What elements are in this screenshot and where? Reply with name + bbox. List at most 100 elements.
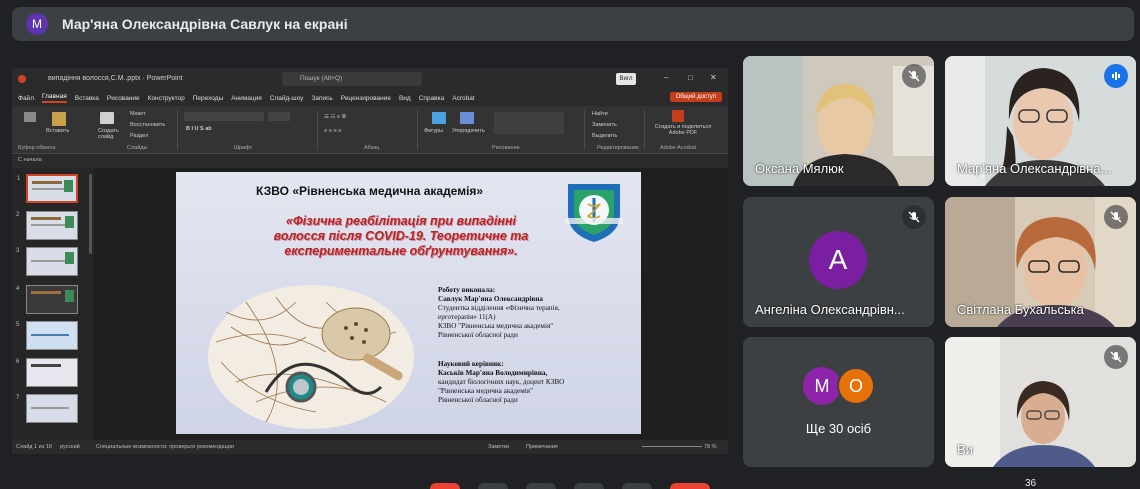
more-participants-tile[interactable]: M O Ще 30 осіб xyxy=(743,337,934,467)
thumb-line xyxy=(31,407,69,409)
slide-thumbnail[interactable]: 2 xyxy=(16,211,78,240)
leave-call-button[interactable] xyxy=(670,483,710,489)
presenter-avatar: M xyxy=(26,13,48,35)
group-label: Редактирование xyxy=(597,145,639,151)
participant-count[interactable]: 36 xyxy=(1025,478,1036,489)
thumb-number: 5 xyxy=(16,322,20,328)
slide-thumbnail[interactable]: 6 xyxy=(16,358,78,387)
undo-icon[interactable] xyxy=(24,112,36,122)
from-beginning-button[interactable]: С начала xyxy=(18,157,42,163)
participant-avatar: M xyxy=(803,367,841,405)
shapes-icon[interactable] xyxy=(432,112,446,124)
font-size-box[interactable] xyxy=(268,112,290,121)
ppt-status-bar: Слайд 1 из 18 русский Специальные возмож… xyxy=(12,440,728,454)
arrange-button[interactable]: Упорядочить xyxy=(452,128,485,134)
language-indicator[interactable]: русский xyxy=(60,444,80,450)
section-button[interactable]: Раздел xyxy=(130,133,148,139)
mic-toggle-button[interactable] xyxy=(430,483,460,489)
presenter-title: Мар'яна Олександрівна Савлук на екрані xyxy=(62,16,348,32)
menu-animations[interactable]: Анимация xyxy=(231,95,262,102)
group-label: Рисование xyxy=(492,145,520,151)
paste-icon[interactable] xyxy=(52,112,66,126)
group-label: Adobe Acrobat xyxy=(660,145,697,151)
ppt-view-button[interactable]: Вигл xyxy=(616,73,636,85)
acrobat-button[interactable]: Создать и поделиться Adobe PDF xyxy=(648,124,718,136)
menu-transitions[interactable]: Переходы xyxy=(193,95,224,102)
ppt-share-button[interactable]: Общий доступ xyxy=(669,92,722,102)
close-icon[interactable]: ✕ xyxy=(710,73,717,82)
author-line: КЗВО "Рівненська медична академія" xyxy=(438,322,554,330)
replace-button[interactable]: Заменить xyxy=(592,122,617,128)
slide-thumbnail[interactable]: 4 xyxy=(16,285,78,314)
ppt-search-placeholder: Пошук (Alt+Q) xyxy=(300,75,343,82)
thumb-number: 6 xyxy=(16,359,20,365)
slide-title-line: волосся після COVID-19. Теоретичне та xyxy=(273,229,529,243)
arrange-icon[interactable] xyxy=(460,112,474,124)
slide-title-line: експериментальне обґрунтування». xyxy=(284,244,518,258)
bold-icon[interactable]: B I U S ab xyxy=(186,126,212,132)
menu-acrobat[interactable]: Acrobat xyxy=(452,95,474,102)
more-options-button[interactable] xyxy=(622,483,652,489)
captions-button[interactable] xyxy=(526,483,556,489)
select-button[interactable]: Выделить xyxy=(592,133,617,139)
present-button[interactable] xyxy=(574,483,604,489)
thumb-logo xyxy=(65,216,74,228)
zoom-level[interactable]: 78 % xyxy=(704,444,717,450)
speaking-indicator-icon xyxy=(1104,64,1128,88)
comments-button[interactable]: Примечания xyxy=(526,444,558,450)
thumb-line xyxy=(31,334,69,336)
participant-tile[interactable]: Світлана Бухальська xyxy=(945,197,1136,327)
zoom-slider[interactable] xyxy=(642,446,702,447)
layout-button[interactable]: Макет xyxy=(130,111,146,117)
menu-view[interactable]: Вид xyxy=(399,95,411,102)
menu-record[interactable]: Запись xyxy=(311,95,332,102)
menu-file[interactable]: Файл xyxy=(18,95,34,102)
ribbon-divider xyxy=(417,110,418,150)
participant-name: Ви xyxy=(957,442,973,457)
ribbon-divider xyxy=(177,110,178,150)
minimize-icon[interactable]: – xyxy=(664,73,668,82)
supervisor-line: кандидат біологічних наук, доцент КЗВО xyxy=(438,378,565,386)
author-line: Савлук Мар'яна Олександрівна xyxy=(438,295,543,303)
ribbon-divider xyxy=(317,110,318,150)
slide-thumbnail[interactable]: 5 xyxy=(16,321,78,350)
self-view-tile[interactable]: Ви xyxy=(945,337,1136,467)
camera-toggle-button[interactable] xyxy=(478,483,508,489)
font-name-box[interactable] xyxy=(184,112,264,121)
new-slide-icon[interactable] xyxy=(100,112,114,124)
participant-tile[interactable]: Оксана Мялюк xyxy=(743,56,934,186)
mic-muted-icon xyxy=(1104,345,1128,369)
notes-button[interactable]: Заметки xyxy=(488,444,509,450)
menu-design[interactable]: Конструктор xyxy=(148,95,185,102)
align-icon[interactable]: ≡ ≡ ≡ ≡ xyxy=(324,128,341,134)
menu-review[interactable]: Рецензирование xyxy=(341,95,391,102)
menu-home[interactable]: Главная xyxy=(41,93,67,103)
accessibility-status[interactable]: Специальные возможности: проверьте реком… xyxy=(96,444,234,450)
menu-draw[interactable]: Рисование xyxy=(107,95,140,102)
menu-insert[interactable]: Вставка xyxy=(75,95,99,102)
shapes-button[interactable]: Фигуры xyxy=(424,128,443,134)
slide-header: КЗВО «Рівненська медична академія» xyxy=(256,184,484,198)
participant-name: Світлана Бухальська xyxy=(957,302,1084,317)
bullets-icon[interactable]: ☰ ☷ ≡ ≣ xyxy=(324,114,346,120)
mic-muted-icon xyxy=(902,205,926,229)
slide-thumbnail[interactable]: 3 xyxy=(16,247,78,276)
menu-help[interactable]: Справка xyxy=(419,95,445,102)
thumb-number: 4 xyxy=(16,286,20,292)
slide-thumbnail[interactable]: 7 xyxy=(16,394,78,423)
maximize-icon[interactable]: □ xyxy=(688,73,693,82)
find-button[interactable]: Найти xyxy=(592,111,608,117)
menu-slideshow[interactable]: Слайд-шоу xyxy=(270,95,304,102)
participant-avatar: A xyxy=(809,231,867,289)
participant-tile[interactable]: Мар'яна Олександрівна... xyxy=(945,56,1136,186)
new-slide-button[interactable]: Создать слайд xyxy=(98,128,124,140)
quick-styles[interactable] xyxy=(494,112,564,134)
participant-tile[interactable]: A Ангеліна Олександрівн... xyxy=(743,197,934,327)
thumbnail-scrollbar[interactable] xyxy=(89,174,92,254)
ppt-search-box[interactable]: Пошук (Alt+Q) xyxy=(282,72,422,86)
slide-thumbnail[interactable]: 1 xyxy=(17,174,78,203)
adobe-pdf-icon[interactable] xyxy=(672,110,684,122)
paste-button[interactable]: Вставить xyxy=(46,128,69,134)
presenter-banner: M Мар'яна Олександрівна Савлук на екрані xyxy=(12,7,1134,41)
reset-button[interactable]: Восстановить xyxy=(130,122,165,128)
